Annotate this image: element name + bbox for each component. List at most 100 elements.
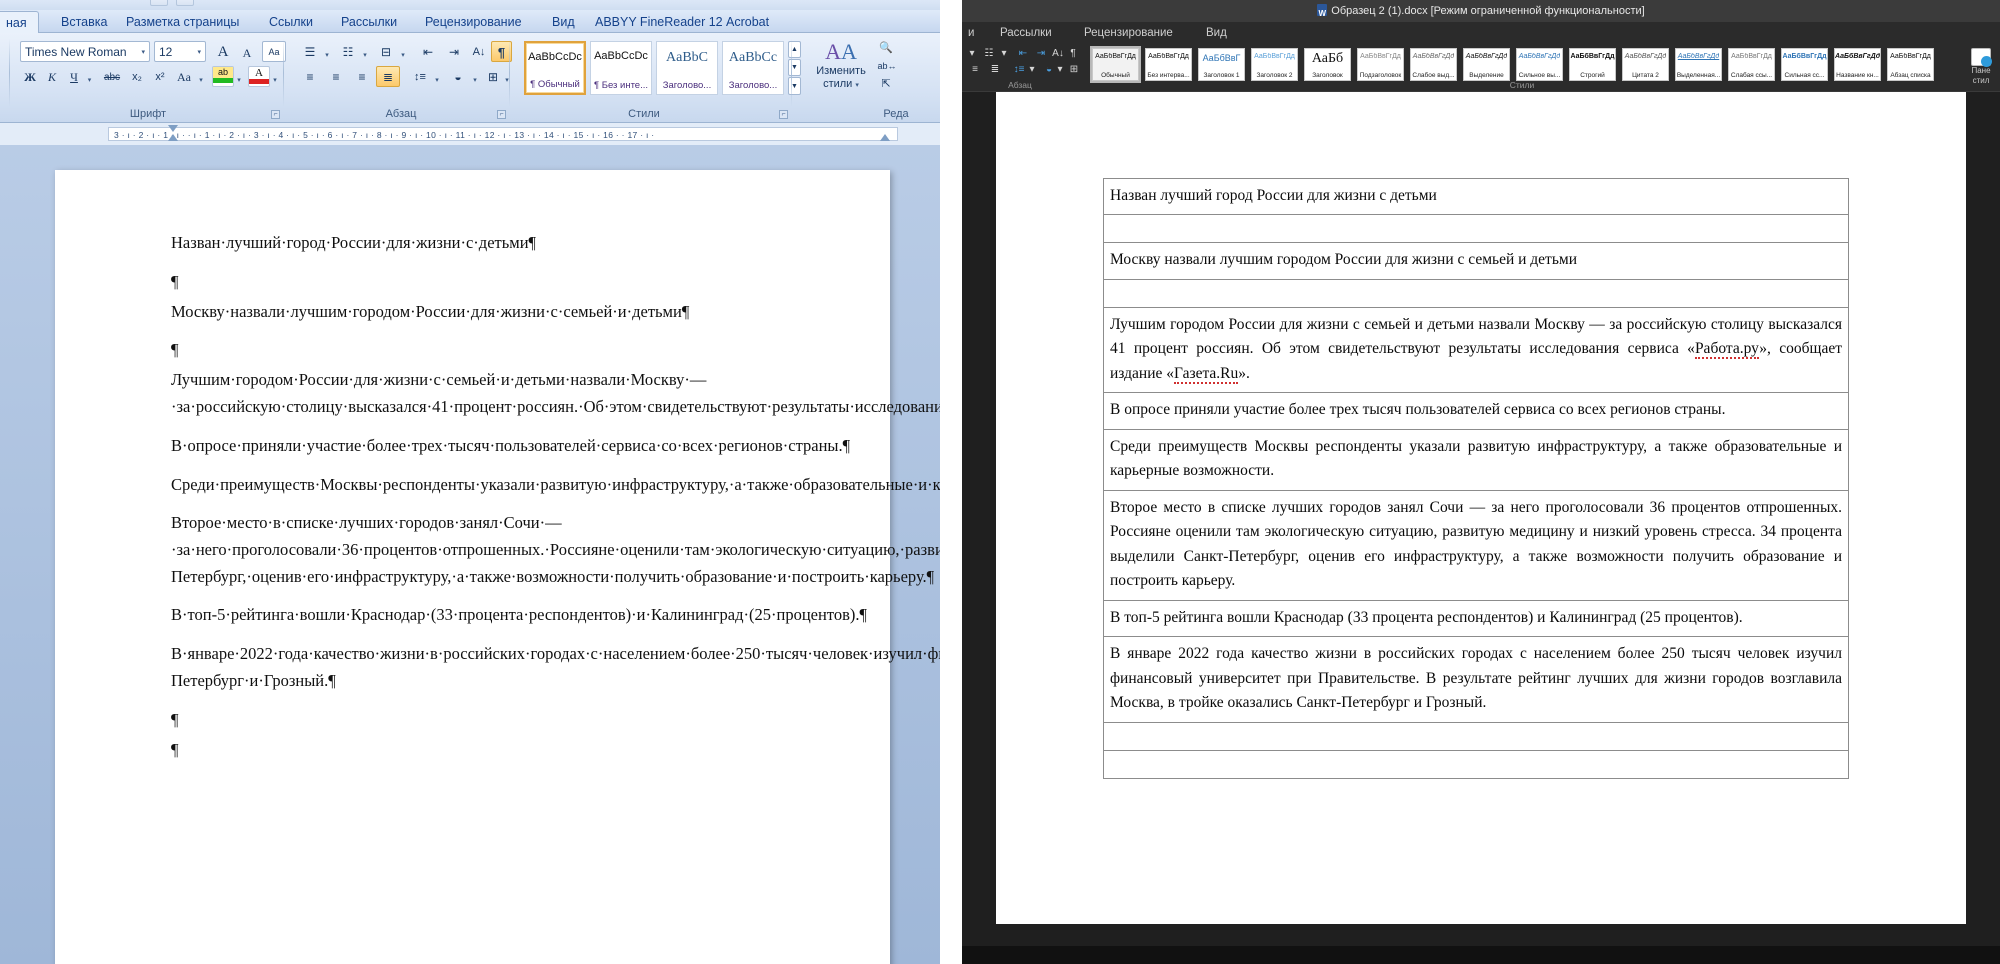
multilevel-chevron-down-icon[interactable]: ▾ bbox=[398, 41, 408, 62]
style-gallery-item-1[interactable]: АаБбВвГгДд Без интерва... bbox=[1145, 48, 1192, 81]
tab-view[interactable]: Вид bbox=[541, 12, 586, 33]
left-document-page[interactable]: Назван·лучший·город·России·для·жизни·с·д… bbox=[55, 170, 940, 964]
underline-button[interactable]: Ч bbox=[64, 66, 84, 87]
tab-view[interactable]: Вид bbox=[1206, 22, 1227, 44]
borders-icon[interactable]: ⊞ bbox=[482, 66, 504, 87]
tab-references[interactable]: Ссылки bbox=[258, 12, 324, 33]
superscript-button[interactable]: x² bbox=[149, 66, 171, 87]
italic-button[interactable]: К bbox=[42, 66, 62, 87]
redo-icon[interactable] bbox=[176, 0, 195, 6]
increase-indent-icon[interactable]: ⇥ bbox=[1032, 47, 1050, 60]
bullets-icon[interactable]: ☰ bbox=[298, 41, 322, 62]
table-row[interactable] bbox=[1103, 279, 1849, 308]
table-row[interactable]: В январе 2022 года качество жизни в росс… bbox=[1103, 637, 1849, 723]
change-styles-button[interactable]: AA Изменить стили ▾ bbox=[808, 39, 874, 92]
paragraph[interactable]: В·январе·2022·года·качество·жизни·в·росс… bbox=[171, 641, 940, 694]
tab-mailings[interactable]: Рассылки bbox=[1000, 22, 1052, 44]
paragraph[interactable]: Среди·преимуществ·Москвы·респонденты·ука… bbox=[171, 472, 940, 499]
paragraph-dialog-launcher[interactable]: ⌐ bbox=[497, 110, 506, 119]
sort-icon[interactable]: A↓ bbox=[468, 41, 490, 62]
increase-indent-icon[interactable]: ⇥ bbox=[442, 41, 466, 62]
style-gallery-item-no-spacing[interactable]: AaBbCcDc ¶ Без инте... bbox=[590, 41, 652, 95]
style-gallery-item-2[interactable]: АаБбВвГ Заголовок 1 bbox=[1198, 48, 1245, 81]
tab-review[interactable]: Рецензирование bbox=[1084, 22, 1173, 44]
right-document-table[interactable]: Назван лучший город России для жизни с д… bbox=[1103, 178, 1849, 779]
numbering-icon[interactable]: ☷ bbox=[980, 47, 998, 60]
underline-chevron-down-icon[interactable]: ▾ bbox=[84, 66, 95, 87]
shading-chevron-down-icon[interactable]: ▾ bbox=[470, 66, 480, 87]
table-row[interactable]: Москву назвали лучшим городом России для… bbox=[1103, 243, 1849, 280]
shrink-font-icon[interactable]: A bbox=[236, 41, 258, 62]
paragraph[interactable]: Москву·назвали·лучшим·городом·России·для… bbox=[171, 299, 835, 326]
style-gallery-item-5[interactable]: АаБбВвГгДд Подзаголовок bbox=[1357, 48, 1404, 81]
font-dialog-launcher[interactable]: ⌐ bbox=[271, 110, 280, 119]
font-size-combo[interactable]: 12 ▾ bbox=[154, 41, 206, 62]
align-justify-icon[interactable]: ≣ bbox=[986, 63, 1004, 76]
paragraph[interactable]: Лучшим·городом·России·для·жизни·с·семьей… bbox=[171, 367, 940, 420]
style-gallery-item-13[interactable]: АаБбВвГгДд Сильная сс... bbox=[1781, 48, 1828, 81]
table-row[interactable] bbox=[1103, 215, 1849, 244]
paragraph-empty[interactable]: ¶ bbox=[171, 707, 835, 729]
find-icon[interactable]: 🔍 bbox=[876, 39, 896, 55]
change-case-chevron-down-icon[interactable]: ▾ bbox=[196, 66, 206, 87]
tab-abbyy-finereader[interactable]: ABBYY FineReader 12 bbox=[584, 12, 734, 33]
style-gallery-item-heading-1[interactable]: AaBbC Заголово... bbox=[656, 41, 718, 95]
table-row[interactable] bbox=[1103, 722, 1849, 751]
bullets-chevron-down-icon[interactable]: ▾ bbox=[322, 41, 332, 62]
undo-icon[interactable] bbox=[150, 0, 168, 6]
style-gallery-item-normal[interactable]: AaBbCcDc ¶ Обычный bbox=[524, 41, 586, 95]
align-right-icon[interactable]: ≡ bbox=[350, 66, 374, 87]
bold-button[interactable]: Ж bbox=[20, 66, 40, 87]
horizontal-ruler[interactable]: 3 · ı · 2 · ı · 1 · ı · · ı · 1 · ı · 2 … bbox=[108, 127, 898, 141]
style-gallery-more-icon[interactable]: ▼ bbox=[788, 77, 801, 95]
styles-dialog-launcher[interactable]: ⌐ bbox=[779, 110, 788, 119]
style-gallery-item-10[interactable]: АаБбВвГгДд Цитата 2 bbox=[1622, 48, 1669, 81]
first-line-indent-marker[interactable] bbox=[168, 125, 178, 132]
select-icon[interactable]: ⇱ bbox=[876, 75, 896, 91]
hanging-indent-marker[interactable] bbox=[168, 134, 178, 141]
multilevel-list-icon[interactable]: ⊟ bbox=[374, 41, 398, 62]
tab-references-partial[interactable]: и bbox=[968, 22, 974, 44]
line-spacing-chevron-down-icon[interactable]: ▾ bbox=[1026, 63, 1038, 76]
shading-chevron-down-icon[interactable]: ▾ bbox=[1054, 63, 1066, 76]
font-color-icon[interactable]: A bbox=[248, 66, 270, 87]
bullets-chevron-down-icon[interactable]: ▾ bbox=[966, 47, 978, 60]
paragraph[interactable]: В·опросе·приняли·участие·более·трех·тыся… bbox=[171, 433, 850, 460]
style-gallery-item-7[interactable]: АаБбВвГгДд Выделение bbox=[1463, 48, 1510, 81]
tab-mailings[interactable]: Рассылки bbox=[330, 12, 408, 33]
subscript-button[interactable]: x₂ bbox=[126, 66, 148, 87]
tab-insert[interactable]: Вставка bbox=[50, 12, 118, 33]
sort-icon[interactable]: A↓ bbox=[1050, 47, 1066, 60]
numbering-chevron-down-icon[interactable]: ▾ bbox=[360, 41, 370, 62]
style-gallery-item-4[interactable]: АаБб Заголовок bbox=[1304, 48, 1351, 81]
show-formatting-marks-button[interactable]: ¶ bbox=[1066, 47, 1080, 60]
table-row[interactable]: В опросе приняли участие более трех тыся… bbox=[1103, 393, 1849, 430]
paragraph[interactable]: Назван·лучший·город·России·для·жизни·с·д… bbox=[171, 230, 835, 257]
style-gallery-item-12[interactable]: АаБбВвГгДд Слабая ссы... bbox=[1728, 48, 1775, 81]
paragraph[interactable]: Второе·место·в·списке·лучших·городов·зан… bbox=[171, 510, 940, 590]
style-gallery-item-3[interactable]: АаБбВвГгДд Заголовок 2 bbox=[1251, 48, 1298, 81]
style-gallery-item-heading-2[interactable]: AaBbCc Заголово... bbox=[722, 41, 784, 95]
numbering-chevron-down-icon[interactable]: ▾ bbox=[998, 47, 1010, 60]
style-gallery-item-0[interactable]: АаБбВвГгДд Обычный bbox=[1090, 46, 1141, 83]
style-gallery-item-8[interactable]: АаБбВвГгДд Сильное вы... bbox=[1516, 48, 1563, 81]
tab-home[interactable]: ная bbox=[0, 11, 39, 34]
borders-chevron-down-icon[interactable]: ▾ bbox=[502, 66, 512, 87]
table-row[interactable] bbox=[1103, 750, 1849, 779]
shading-icon[interactable]: ◒ bbox=[446, 66, 470, 87]
grow-font-icon[interactable]: A bbox=[212, 41, 234, 62]
decrease-indent-icon[interactable]: ⇤ bbox=[416, 41, 440, 62]
paragraph[interactable]: В·топ-5·рейтинга·вошли·Краснодар·(33·про… bbox=[171, 602, 867, 629]
style-gallery-item-6[interactable]: АаБбВвГгДд Слабое выд... bbox=[1410, 48, 1457, 81]
replace-icon[interactable]: ab↔ bbox=[876, 57, 898, 73]
paragraph-empty[interactable]: ¶ bbox=[171, 337, 835, 359]
style-gallery-item-15[interactable]: АаБбВвГгДд Абзац списка bbox=[1887, 48, 1934, 81]
table-row[interactable]: Второе место в списке лучших городов зан… bbox=[1103, 490, 1849, 601]
font-color-chevron-down-icon[interactable]: ▾ bbox=[270, 66, 280, 87]
tab-review[interactable]: Рецензирование bbox=[414, 12, 533, 33]
tab-acrobat[interactable]: Acrobat bbox=[715, 12, 780, 33]
decrease-indent-icon[interactable]: ⇤ bbox=[1014, 47, 1032, 60]
style-scroll-up-icon[interactable]: ▲ bbox=[788, 41, 801, 58]
strikethrough-button[interactable]: abc bbox=[100, 66, 124, 87]
font-name-combo[interactable]: Times New Roman ▾ bbox=[20, 41, 150, 62]
